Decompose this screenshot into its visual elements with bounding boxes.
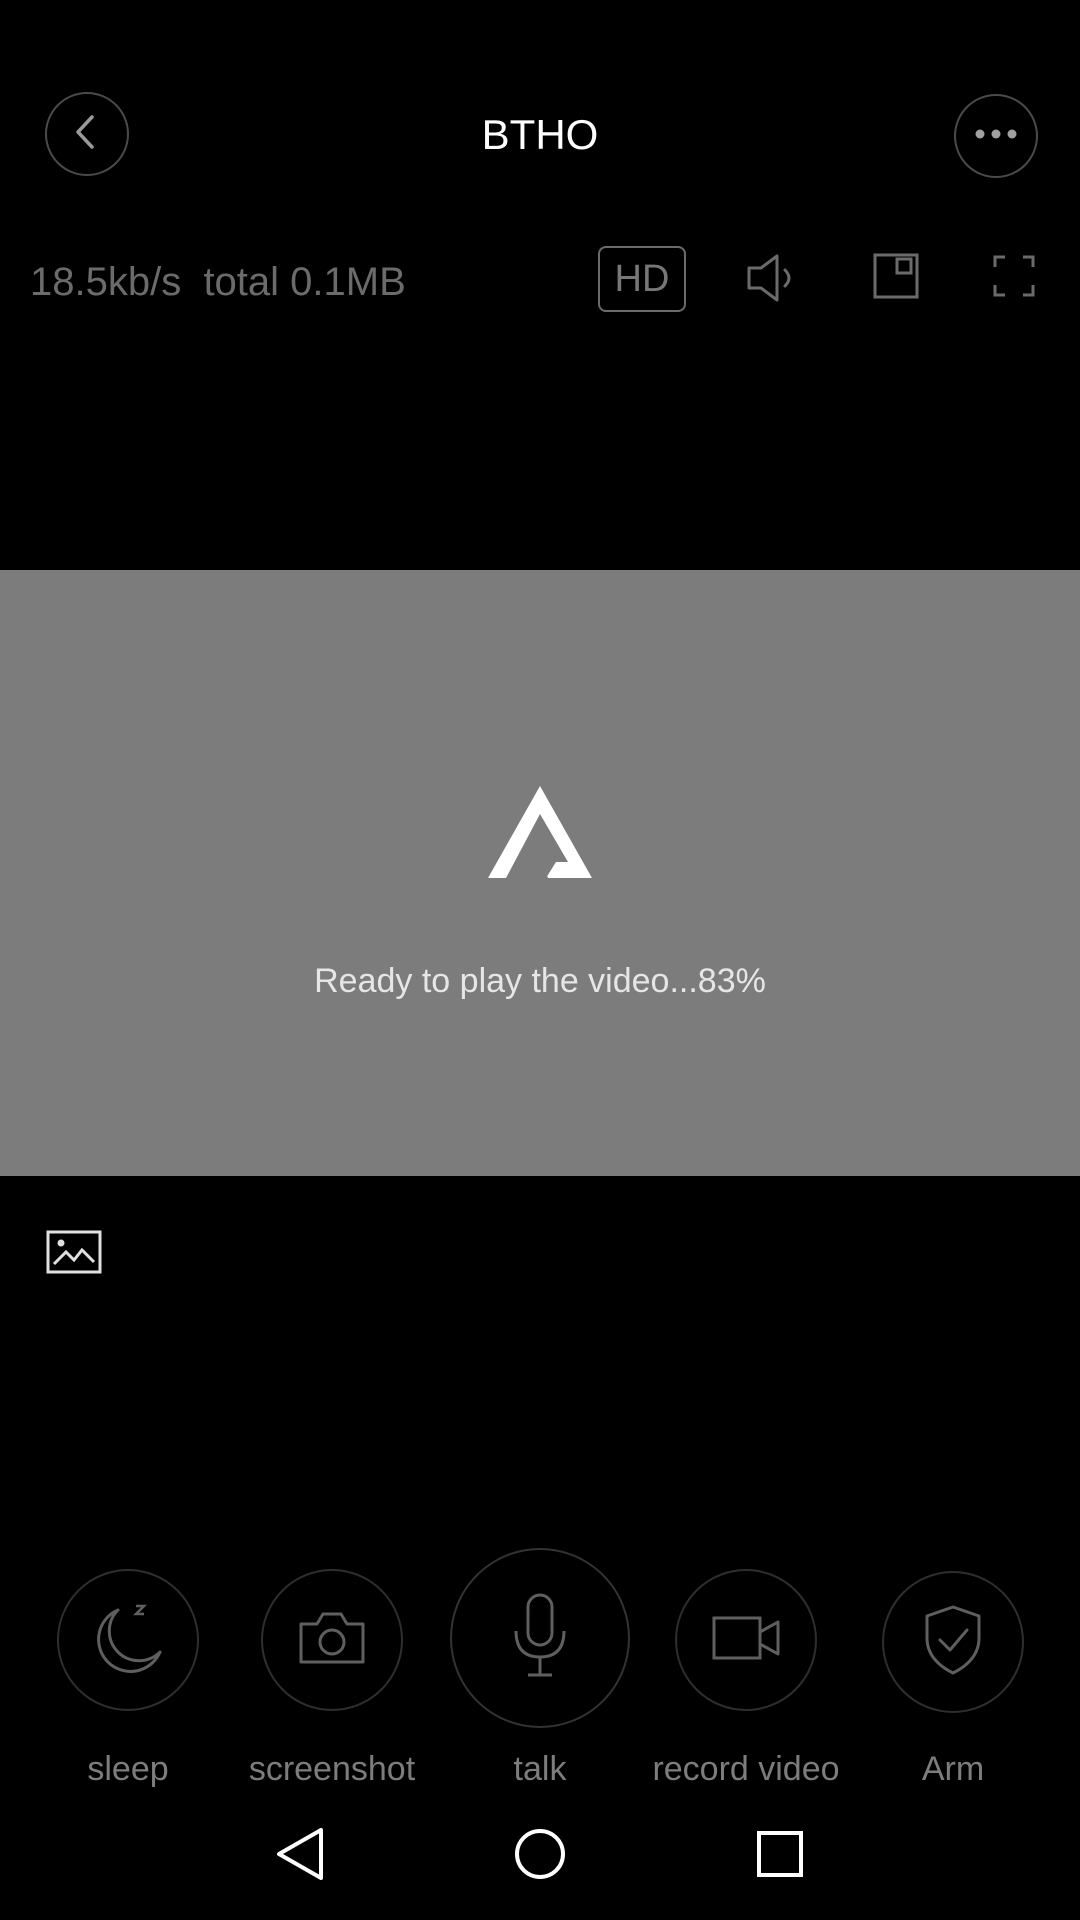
- camera-icon: [297, 1610, 367, 1671]
- sound-button[interactable]: [740, 250, 806, 310]
- moon-sleep-icon: [88, 1600, 168, 1681]
- arm-button[interactable]: [882, 1571, 1024, 1713]
- screenshot-button[interactable]: [261, 1569, 403, 1711]
- talk-button[interactable]: [450, 1548, 630, 1728]
- speaker-icon: [743, 252, 803, 309]
- gallery-image-icon: [46, 1230, 102, 1278]
- triangle-back-icon: [275, 1827, 325, 1886]
- arm-label: Arm: [921, 1750, 985, 1788]
- video-loading-status: Ready to play the video...83%: [314, 962, 766, 1000]
- more-button[interactable]: [954, 94, 1038, 178]
- video-camera-icon: [712, 1616, 780, 1665]
- record-video-button[interactable]: [675, 1569, 817, 1711]
- screenshot-label: screenshot: [248, 1750, 416, 1788]
- app-logo-icon: [486, 784, 594, 880]
- pip-button[interactable]: [870, 252, 922, 304]
- picture-in-picture-icon: [873, 253, 919, 304]
- gallery-button[interactable]: [46, 1230, 102, 1274]
- record-video-label: record video: [652, 1750, 840, 1788]
- stream-stats: 18.5kb/s total 0.1MB: [30, 260, 406, 304]
- more-horizontal-icon: [974, 127, 1018, 145]
- system-home-button[interactable]: [510, 1826, 570, 1886]
- fullscreen-icon: [993, 255, 1035, 302]
- sleep-button[interactable]: [57, 1569, 199, 1711]
- system-recents-button[interactable]: [750, 1826, 810, 1886]
- square-recents-icon: [756, 1830, 804, 1883]
- page-title: BTHO: [481, 111, 599, 158]
- shield-check-icon: [923, 1604, 983, 1681]
- microphone-icon: [510, 1591, 570, 1686]
- circle-home-icon: [513, 1827, 567, 1886]
- talk-label: talk: [513, 1750, 567, 1788]
- system-back-button[interactable]: [270, 1826, 330, 1886]
- hd-quality-button[interactable]: HD: [598, 246, 686, 312]
- fullscreen-button[interactable]: [988, 252, 1040, 304]
